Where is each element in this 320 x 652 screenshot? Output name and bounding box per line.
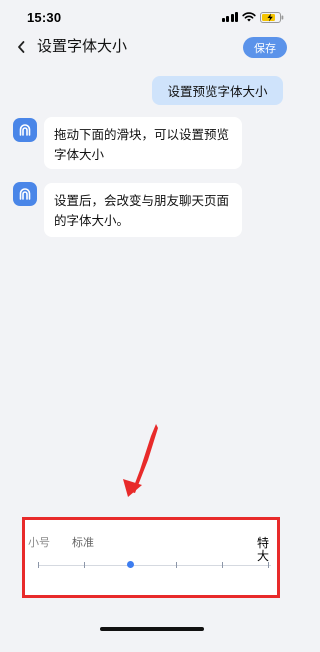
chevron-left-icon: [18, 41, 25, 53]
slider-tick[interactable]: [38, 562, 39, 568]
signal-icon: [221, 12, 238, 22]
save-button[interactable]: 保存: [243, 37, 287, 58]
font-size-slider-track[interactable]: [38, 565, 271, 566]
status-icons: [221, 11, 285, 23]
size-label-small: 小号: [28, 537, 50, 549]
font-size-slider-thumb[interactable]: [127, 561, 134, 568]
bot-message-bubble: 设置后，会改变与朋友聊天页面的字体大小。: [44, 183, 242, 237]
bot-avatar-icon: [13, 182, 37, 206]
page-title: 设置字体大小: [37, 38, 128, 55]
slider-tick[interactable]: [268, 562, 269, 568]
wifi-icon: [242, 12, 256, 22]
slider-tick[interactable]: [222, 562, 223, 568]
back-button[interactable]: [12, 36, 30, 58]
nav-bar: 设置字体大小 保存: [0, 34, 302, 60]
font-size-panel: 小号 标准 特大: [22, 517, 280, 598]
size-label-extra-large: 特大: [257, 536, 270, 563]
bot-avatar-icon: [13, 118, 37, 142]
size-label-standard: 标准: [72, 537, 94, 549]
slider-tick[interactable]: [176, 562, 177, 568]
status-time: 15:30: [27, 9, 62, 25]
battery-charging-icon: [260, 11, 284, 23]
user-message-bubble: 设置预览字体大小: [152, 76, 283, 105]
status-bar: 15:30: [0, 0, 302, 34]
bot-message-bubble: 拖动下面的滑块，可以设置预览字体大小: [44, 117, 242, 169]
slider-tick[interactable]: [84, 562, 85, 568]
home-indicator[interactable]: [100, 627, 204, 631]
